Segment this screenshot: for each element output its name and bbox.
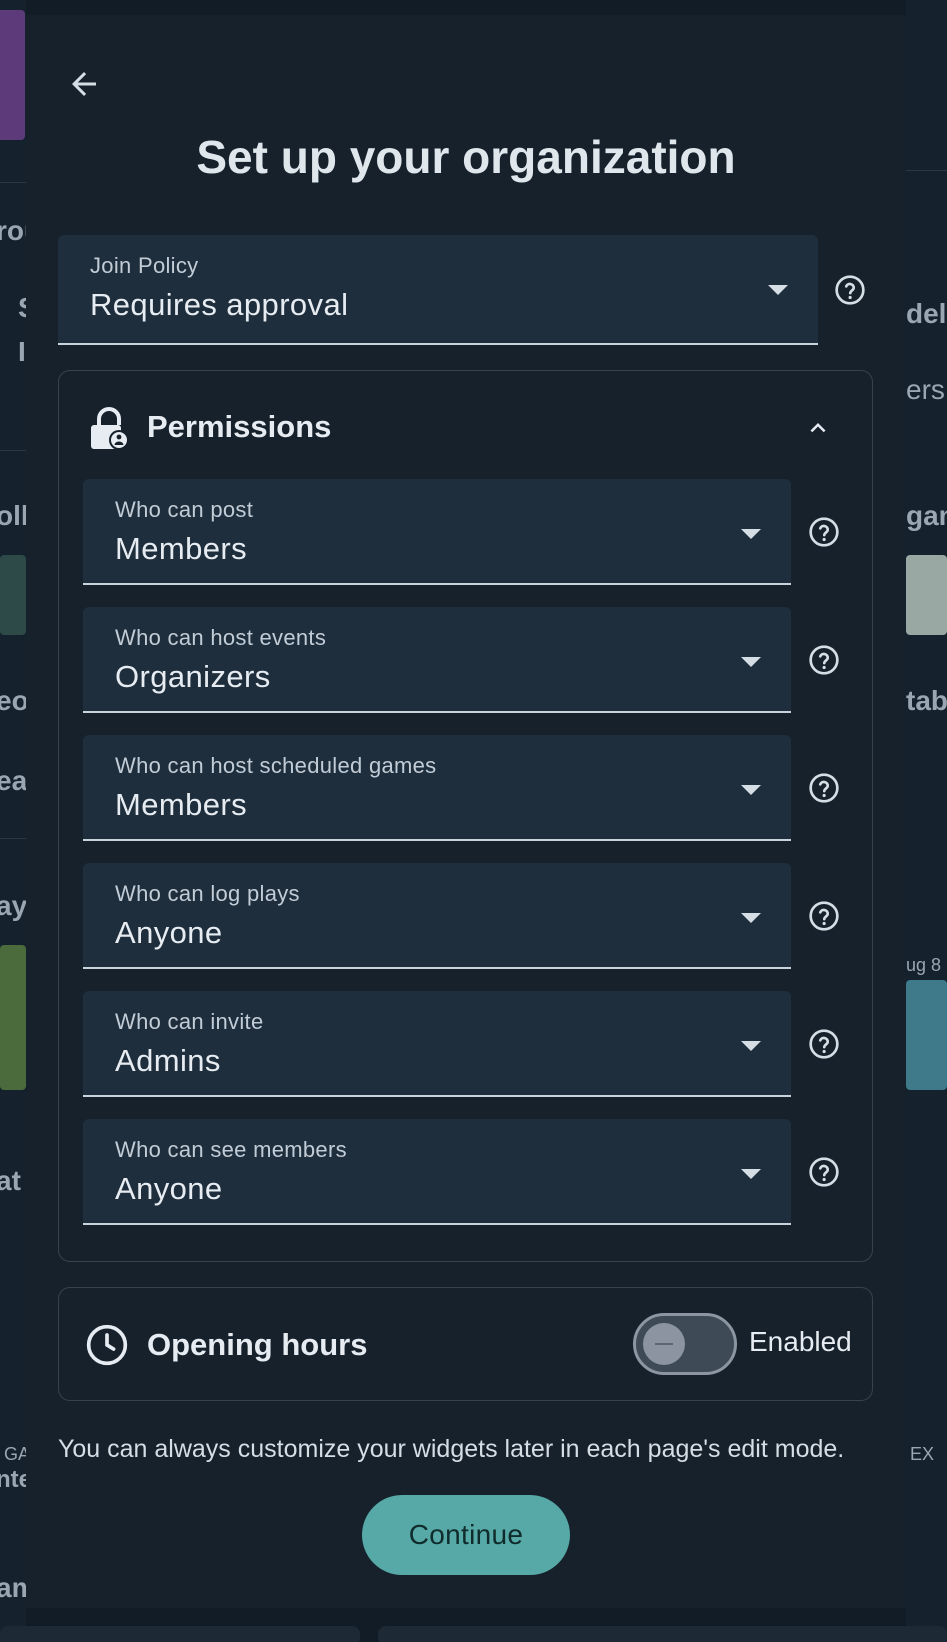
who-can-see-members-select[interactable]: Who can see members Anyone	[83, 1119, 791, 1225]
join-policy-select[interactable]: Join Policy Requires approval	[58, 235, 818, 345]
background-thumbnail	[906, 980, 947, 1090]
who-can-log-plays-label: Who can log plays	[115, 881, 300, 906]
help-icon[interactable]	[808, 644, 840, 676]
background-text: del	[906, 298, 947, 329]
background-text: am	[0, 1572, 26, 1603]
permissions-panel: Permissions Who can post Members Who can…	[58, 370, 873, 1262]
chevron-up-icon[interactable]	[803, 413, 833, 443]
join-policy-value: Requires approval	[90, 287, 349, 322]
who-can-see-members-label: Who can see members	[115, 1137, 347, 1162]
background-text: ug 8	[906, 955, 942, 975]
background-bottom-card	[0, 1626, 360, 1642]
help-icon[interactable]	[808, 1028, 840, 1060]
who-can-host-scheduled-games-select[interactable]: Who can host scheduled games Members	[83, 735, 791, 841]
chevron-down-icon	[741, 913, 761, 923]
chevron-down-icon	[741, 1169, 761, 1179]
who-can-log-plays-select[interactable]: Who can log plays Anyone	[83, 863, 791, 969]
background-thumbnail	[906, 555, 947, 635]
background-bottom-card	[378, 1626, 947, 1642]
who-can-post-select[interactable]: Who can post Members	[83, 479, 791, 585]
background-text: ers	[906, 374, 945, 405]
background-text: nte	[0, 1466, 26, 1493]
background-text: tab	[906, 685, 947, 716]
background-text: I	[18, 336, 26, 367]
background-text: olle	[0, 500, 26, 531]
who-can-host-scheduled-games-label: Who can host scheduled games	[115, 753, 437, 778]
customize-hint-text: You can always customize your widgets la…	[58, 1435, 845, 1463]
background-text: ay	[0, 890, 26, 921]
opening-hours-toggle[interactable]	[633, 1313, 737, 1375]
background-avatar	[0, 10, 25, 140]
page-title: Set up your organization	[196, 131, 736, 183]
background-thumbnail	[0, 555, 26, 635]
background-right-strip: del ers gam tab ug 8 EX	[906, 0, 947, 1642]
permissions-header[interactable]: Permissions	[89, 401, 839, 453]
chevron-down-icon	[741, 657, 761, 667]
background-text: ea	[0, 765, 26, 796]
clock-icon	[86, 1324, 128, 1366]
background-thumbnail	[0, 945, 26, 1090]
background-text: EX	[910, 1444, 935, 1464]
back-button[interactable]	[60, 60, 108, 108]
background-text: S	[18, 292, 26, 324]
help-icon[interactable]	[834, 274, 866, 306]
who-can-host-events-label: Who can host events	[115, 625, 327, 650]
who-can-host-scheduled-games-value: Members	[115, 787, 247, 822]
background-left-strip: rou S I olle eo ea ay at GA nte am	[0, 0, 26, 1642]
help-icon[interactable]	[808, 900, 840, 932]
toggle-knob	[643, 1323, 685, 1365]
lock-person-icon	[91, 407, 129, 450]
help-icon[interactable]	[808, 1156, 840, 1188]
opening-hours-toggle-label: Enabled	[749, 1326, 852, 1357]
who-can-see-members-value: Anyone	[115, 1171, 223, 1206]
background-text: at	[0, 1165, 21, 1196]
who-can-post-value: Members	[115, 531, 247, 566]
background-divider	[906, 170, 947, 171]
background-divider	[0, 450, 26, 451]
chevron-down-icon	[768, 285, 788, 295]
opening-hours-title: Opening hours	[147, 1327, 368, 1362]
help-icon[interactable]	[808, 516, 840, 548]
join-policy-label: Join Policy	[90, 253, 199, 278]
who-can-invite-label: Who can invite	[115, 1009, 264, 1034]
background-text: GA	[4, 1444, 26, 1464]
who-can-post-label: Who can post	[115, 497, 254, 522]
background-divider	[0, 838, 26, 839]
background-text: gam	[906, 500, 947, 531]
permissions-title: Permissions	[147, 409, 332, 444]
background-text: rou	[0, 215, 26, 246]
who-can-log-plays-value: Anyone	[115, 915, 223, 950]
who-can-host-events-select[interactable]: Who can host events Organizers	[83, 607, 791, 713]
setup-organization-dialog: Set up your organization Join Policy Req…	[26, 15, 906, 1608]
who-can-invite-value: Admins	[115, 1043, 221, 1078]
who-can-invite-select[interactable]: Who can invite Admins	[83, 991, 791, 1097]
background-divider	[0, 182, 26, 183]
arrow-left-icon	[72, 72, 96, 96]
chevron-down-icon	[741, 529, 761, 539]
help-icon[interactable]	[808, 772, 840, 804]
continue-button[interactable]: Continue	[362, 1495, 570, 1575]
background-text: eo	[0, 685, 26, 716]
who-can-host-events-value: Organizers	[115, 659, 271, 694]
chevron-down-icon	[741, 785, 761, 795]
chevron-down-icon	[741, 1041, 761, 1051]
opening-hours-panel: Opening hours Enabled	[58, 1287, 873, 1401]
